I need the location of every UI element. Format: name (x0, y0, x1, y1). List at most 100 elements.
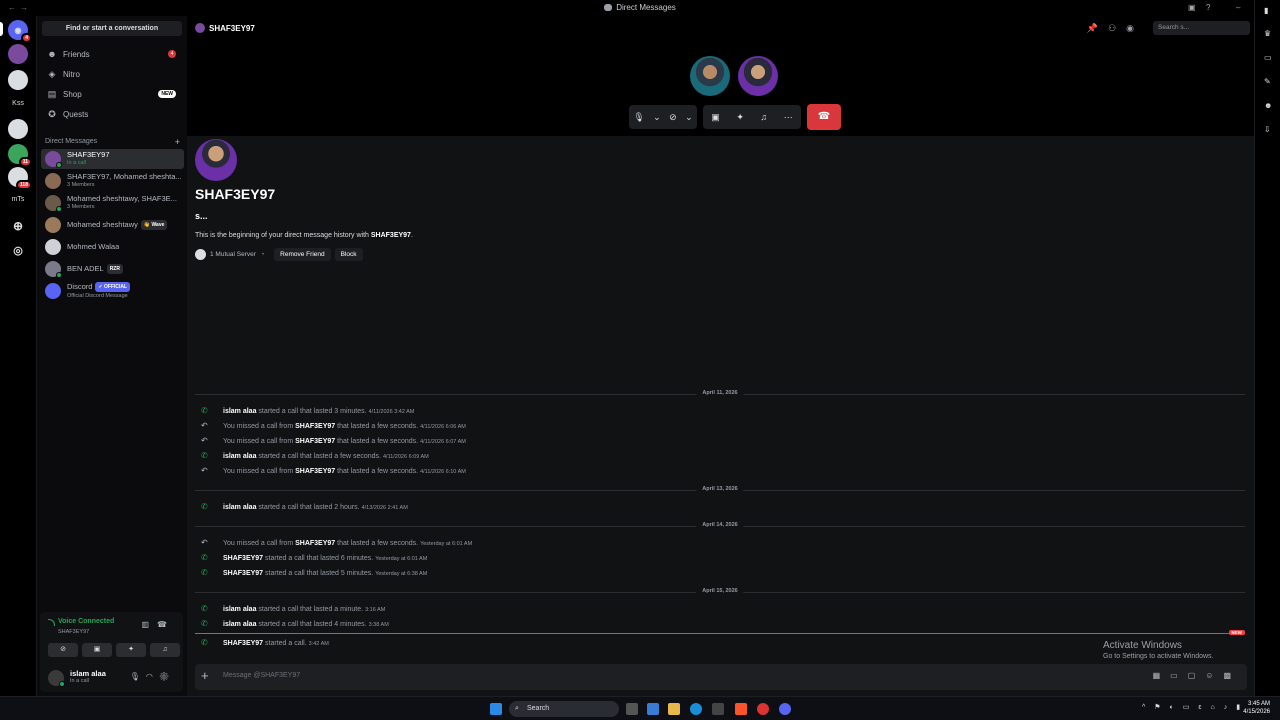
copilot-icon[interactable] (647, 703, 659, 715)
user-settings-icon[interactable]: ☻ (1264, 101, 1272, 110)
participant-avatar[interactable] (738, 56, 778, 96)
gif-icon[interactable]: ▭ (1170, 671, 1188, 680)
voice-status[interactable]: Voice Connected (48, 618, 114, 626)
wave-button[interactable]: 👋 Wave (140, 220, 168, 230)
user-avatar[interactable] (48, 670, 65, 687)
hangup-button[interactable]: ☎ (807, 104, 841, 130)
phone-icon: ✆ (201, 619, 208, 628)
start-button[interactable] (490, 703, 502, 715)
phone-icon: ✆ (201, 502, 208, 511)
mic-control[interactable]: 🎙 ⌄ ⊘ ⌄ (629, 105, 697, 129)
activity-icon[interactable]: ✦ (736, 112, 744, 123)
call-message: ✆ SHAF3EY97 started a call. 3:42 AM (201, 638, 329, 647)
new-tag: NEW (158, 90, 176, 98)
camera-off-icon[interactable]: ⊘ (669, 112, 677, 123)
dm-item[interactable]: Mohamed sheshtawy, SHAF3E... 3 Members (41, 193, 184, 213)
intro-avatar[interactable] (195, 139, 237, 181)
intro-username: s... (195, 211, 208, 221)
title-bar: ←→ Direct Messages ▣ ? – (0, 0, 1280, 16)
trophy-icon[interactable]: ♛ (1264, 29, 1271, 38)
quests-icon: ✪ (48, 109, 56, 119)
panel-icon[interactable]: ▮ (1264, 6, 1268, 15)
id-icon[interactable]: ▭ (1264, 53, 1272, 62)
noise-icon[interactable]: ▥ (141, 620, 157, 629)
headphones-icon[interactable]: ◠ (146, 672, 159, 681)
official-tag: ✓ OFFICIAL (95, 282, 131, 292)
call-message: ✆ islam alaa started a call that lasted a… (201, 451, 429, 460)
dm-item[interactable]: Discord ✓ OFFICIAL Official Discord Messag… (41, 281, 184, 301)
nav-quests[interactable]: ✪ Quests (41, 105, 184, 123)
activity-button[interactable]: ✦ (116, 643, 146, 657)
taskbar-search[interactable]: ⌕ Search (509, 701, 619, 717)
system-tray[interactable]: ^⚑◐▭ε⌂♪▮ (1142, 703, 1249, 711)
nav-label: Quests (63, 109, 89, 119)
add-friend-icon[interactable]: ⚇ (1108, 23, 1126, 33)
nav-nitro[interactable]: ◈ Nitro (41, 65, 184, 83)
minimize-button[interactable]: – (1236, 3, 1240, 12)
create-dm-button[interactable]: + (175, 137, 180, 147)
server-icon[interactable] (8, 70, 28, 90)
dm-item[interactable]: Mohamed sheshtawy 👋 Wave (41, 215, 184, 235)
server-avatar[interactable] (8, 44, 28, 64)
soundboard-icon[interactable]: ♫ (760, 112, 767, 122)
soundboard-button[interactable]: ♫ (150, 643, 180, 657)
nav-label: Nitro (63, 69, 80, 79)
help-icon[interactable]: ? (1206, 3, 1210, 12)
sticker-icon[interactable]: ▢ (1188, 671, 1206, 680)
mic-icon[interactable]: 🎙 (130, 672, 146, 681)
dm-item[interactable]: SHAF3EY97 In a call (41, 149, 184, 169)
message-composer[interactable]: + Message @SHAF3EY97 ▦▭▢☺▩ (195, 664, 1247, 690)
dm-item[interactable]: BEN ADEL RZR (41, 259, 184, 279)
date-divider: April 15, 2026 (195, 588, 1245, 594)
store-icon[interactable] (712, 703, 724, 715)
dm-item[interactable]: SHAF3EY97, Mohamed sheshta... 3 Members (41, 171, 184, 191)
wrench-icon[interactable]: ✎ (1264, 77, 1271, 86)
server-mts[interactable]: mTs (0, 196, 36, 203)
discover-icon[interactable]: ◎ (8, 240, 28, 260)
home-button[interactable]: ◉ 4 (8, 20, 32, 43)
chevron-down-icon[interactable]: ⌄ (685, 112, 693, 123)
discord-taskbar-icon[interactable] (779, 703, 791, 715)
download-icon[interactable]: ⇩ (1264, 125, 1271, 134)
taskview-icon[interactable] (626, 703, 638, 715)
nav-shop[interactable]: ▤ Shop NEW (41, 85, 184, 103)
find-conversation-button[interactable]: Find or start a conversation (42, 21, 182, 36)
server-icon[interactable]: 11 (8, 144, 32, 167)
chevron-down-icon[interactable]: ⌄ (653, 112, 661, 123)
app-icon[interactable] (757, 703, 769, 715)
gear-icon[interactable]: ⚙ (159, 672, 175, 681)
mutual-servers-link[interactable]: 1 Mutual Server (210, 251, 256, 258)
nav-label: Shop (63, 89, 82, 99)
activate-windows-watermark: Activate Windows Go to Settings to activ… (1103, 640, 1214, 660)
edge-icon[interactable] (690, 703, 702, 715)
emoji-icon[interactable]: ☺ (1205, 671, 1223, 680)
explorer-icon[interactable] (668, 703, 680, 715)
gift-icon[interactable]: ▦ (1153, 671, 1171, 680)
participant-avatar[interactable] (690, 56, 730, 96)
message-input[interactable]: Message @SHAF3EY97 (223, 672, 300, 679)
server-icon[interactable] (8, 119, 28, 139)
server-icon[interactable]: 118 (8, 167, 32, 190)
mic-icon[interactable]: 🎙 (633, 112, 644, 123)
profile-icon[interactable]: ◉ (1126, 23, 1144, 33)
disconnect-icon[interactable]: ☎ (157, 620, 175, 629)
nav-friends[interactable]: ☻ Friends 4 (41, 45, 184, 63)
add-attachment-icon[interactable]: + (201, 668, 209, 683)
brave-icon[interactable] (735, 703, 747, 715)
apps-icon[interactable]: ▩ (1223, 671, 1241, 680)
clock[interactable]: 3:45 AM 4/15/2026 (1243, 700, 1270, 716)
screenshare-icon[interactable]: ▣ (711, 112, 720, 123)
camera-button[interactable]: ⊘ (48, 643, 78, 657)
screenshare-button[interactable]: ▣ (82, 643, 112, 657)
mutual-row: 1 Mutual Server • Remove Friend Block (195, 248, 363, 261)
dm-item[interactable]: Mohmed Walaa (41, 237, 184, 257)
mutual-server-icon (195, 249, 206, 260)
remove-friend-button[interactable]: Remove Friend (274, 248, 331, 261)
pin-icon[interactable]: 📌 (1087, 23, 1108, 33)
inbox-icon[interactable]: ▣ (1188, 3, 1196, 12)
more-icon[interactable]: ⋯ (784, 112, 793, 123)
add-server-button[interactable]: ⊕ (8, 216, 28, 236)
search-input[interactable]: Search s... (1153, 21, 1250, 35)
block-button[interactable]: Block (334, 248, 363, 261)
server-kss[interactable]: Kss (0, 100, 36, 107)
